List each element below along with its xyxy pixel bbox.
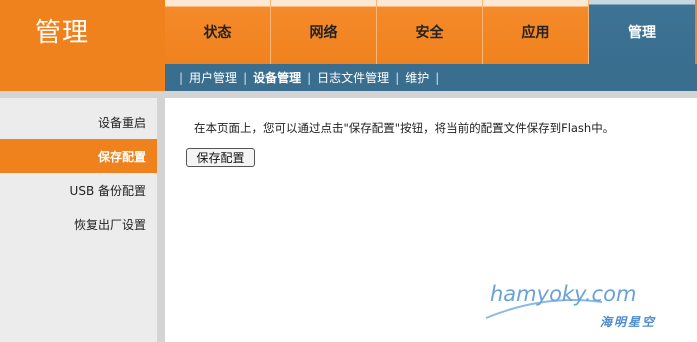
subnav-device-management[interactable]: 设备管理 [253,69,301,86]
brand-title: 管理 [35,18,90,48]
subnav-divider: | [395,70,400,85]
sidebar-item-usb-backup[interactable]: USB 备份配置 [0,173,157,207]
subnav-divider: | [307,70,312,85]
top-nav: 状态 网络 安全 应用 管理 [165,0,697,64]
subnav-maintenance[interactable]: 维护 [405,69,429,86]
save-config-button[interactable]: 保存配置 [186,148,255,167]
tab-management[interactable]: 管理 [589,0,695,64]
header-brand-area: 管理 [0,0,165,91]
subnav-divider: | [435,70,440,85]
page-description: 在本页面上，您可以通过点击"保存配置"按钮，将当前的配置文件保存到Flash中。 [194,121,615,135]
sidebar-item-save-config[interactable]: 保存配置 [0,139,157,173]
tab-security[interactable]: 安全 [377,0,483,64]
sub-nav: | 用户管理 | 设备管理 | 日志文件管理 | 维护 | [165,64,697,91]
header-divider-band [0,91,697,98]
subnav-log-file-management[interactable]: 日志文件管理 [317,69,389,86]
subnav-divider: | [243,70,248,85]
subnav-divider: | [179,70,184,85]
main-content: 在本页面上，您可以通过点击"保存配置"按钮，将当前的配置文件保存到Flash中。… [165,98,697,342]
sidebar-item-device-reboot[interactable]: 设备重启 [0,105,157,139]
tab-application[interactable]: 应用 [483,0,589,64]
subnav-user-management[interactable]: 用户管理 [189,69,237,86]
sidebar: 设备重启 保存配置 USB 备份配置 恢复出厂设置 [0,98,157,342]
sidebar-item-factory-reset[interactable]: 恢复出厂设置 [0,207,157,241]
tab-network[interactable]: 网络 [271,0,377,64]
sidebar-gutter [157,98,165,342]
tab-status[interactable]: 状态 [165,0,271,64]
